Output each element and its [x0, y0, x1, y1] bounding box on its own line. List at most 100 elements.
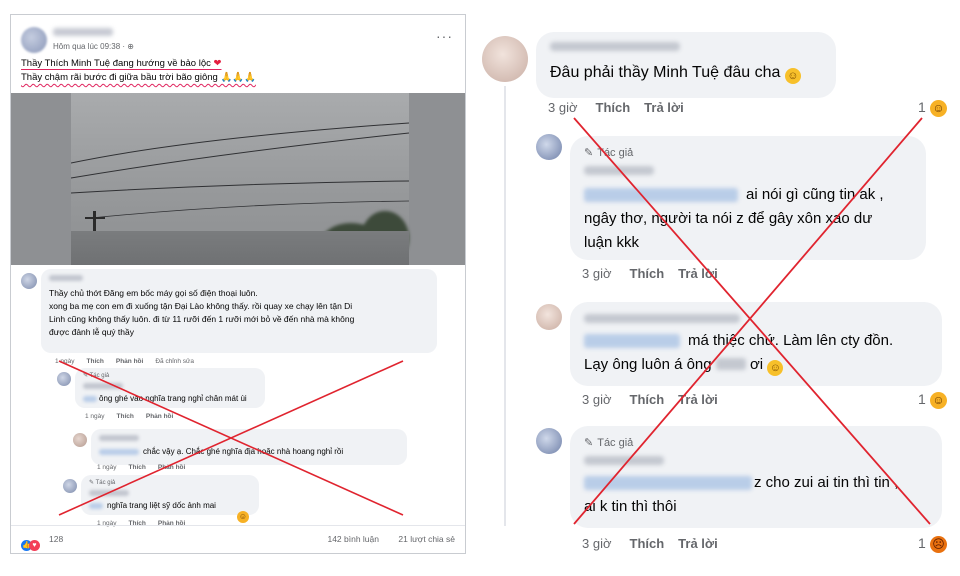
- haha-reaction-icon: ☺: [930, 100, 947, 117]
- pen-icon: ✎: [584, 147, 594, 159]
- tagged-name-redacted[interactable]: [584, 334, 680, 348]
- author-badge: ✎ Tác giả: [83, 373, 110, 379]
- reply-name-redacted[interactable]: [89, 490, 129, 496]
- reply-avatar[interactable]: [73, 433, 87, 447]
- reply-actions: 3 giờ Thích Trả lời: [582, 536, 718, 551]
- reply-button[interactable]: Trả lời: [644, 100, 684, 115]
- like-button[interactable]: Thích: [630, 392, 665, 407]
- poster-avatar[interactable]: [21, 27, 47, 53]
- commenter-name-redacted[interactable]: [49, 275, 83, 281]
- reply-name-redacted[interactable]: [584, 166, 654, 175]
- reaction-count[interactable]: 1: [918, 391, 926, 407]
- author-badge: ✎ Tác giả: [584, 147, 634, 159]
- reply-button[interactable]: Phản hồi: [116, 358, 143, 365]
- reply-line: ai nói gì cũng tin ak ,: [746, 186, 884, 203]
- more-options-icon[interactable]: ···: [436, 28, 453, 44]
- tagged-name-redacted[interactable]: [584, 188, 738, 202]
- reply-line: z cho zui ai tin thì tin ,: [754, 474, 899, 491]
- haha-reaction-icon: ☺: [237, 511, 249, 523]
- reply-text: chắc vậy ạ. Chắc ghé nghĩa địa hoặc nhà …: [143, 447, 344, 456]
- thread-line: [504, 86, 506, 526]
- name-redacted: [715, 358, 746, 370]
- reply-bubble: ✎ Tác giả z cho zui ai tin thì tin , ai k…: [570, 426, 942, 528]
- reply-name-redacted[interactable]: [83, 383, 123, 389]
- like-button[interactable]: Thích: [596, 100, 631, 115]
- post-timestamp[interactable]: Hôm qua lúc 09:38 · ⊕: [53, 42, 134, 51]
- heart-icon: ❤: [213, 58, 222, 69]
- utility-pole-bar: [85, 217, 105, 219]
- reply-avatar[interactable]: [536, 134, 562, 160]
- post-caption: Thầy Thích Minh Tuệ đang hướng về bảo lộ…: [21, 57, 256, 85]
- reply-text: ông ghé vào nghĩa trang nghỉ chân mát ùi: [99, 394, 247, 403]
- comment-line: được đảnh lễ quý thầy: [49, 327, 134, 337]
- comment-bubble: Đâu phải thầy Minh Tuệ đâu cha ☺: [536, 32, 836, 98]
- reply-actions: 3 giờ Thích Trả lời: [582, 266, 718, 281]
- comment-thread-screenshot: Đâu phải thầy Minh Tuệ đâu cha ☺ 3 giờ Th…: [474, 14, 952, 562]
- ground: [71, 231, 409, 265]
- reaction-count[interactable]: 1: [918, 99, 926, 115]
- reply-avatar[interactable]: [63, 479, 77, 493]
- reply-time[interactable]: 1 ngày: [85, 413, 105, 420]
- reply-button[interactable]: Phản hồi: [146, 413, 173, 420]
- reply-bubble: ✎ Tác giả ông ghé vào nghĩa trang nghỉ c…: [75, 368, 265, 408]
- tagged-name-redacted[interactable]: [83, 396, 97, 402]
- reply-bubble: má thiệc chứ. Làm lên cty đồn. Lạy ông l…: [570, 302, 942, 386]
- like-button[interactable]: Thích: [87, 358, 104, 365]
- reply-avatar[interactable]: [536, 304, 562, 330]
- pen-icon: ✎: [584, 437, 594, 449]
- reply-bubble: ✎ Tác giả nghĩa trang liệt sỹ dốc ảnh ma…: [81, 475, 259, 515]
- author-badge: ✎ Tác giả: [89, 480, 116, 486]
- share-count[interactable]: 21 lượt chia sẻ: [398, 534, 455, 544]
- reply-line: ngây thơ, người ta nói z để gây xôn xao …: [584, 210, 873, 227]
- author-badge: ✎ Tác giả: [584, 437, 634, 449]
- reply-button[interactable]: Trả lời: [678, 266, 718, 281]
- reaction-count[interactable]: 1: [918, 535, 926, 551]
- comment-time[interactable]: 1 ngày: [55, 358, 75, 365]
- reply-actions: 1 ngày Thích Phản hồi: [85, 413, 185, 420]
- commenter-avatar[interactable]: [21, 273, 37, 289]
- comment-count[interactable]: 142 bình luận: [327, 534, 379, 544]
- reply-name-redacted[interactable]: [99, 435, 139, 441]
- commenter-avatar[interactable]: [482, 36, 528, 82]
- reply-line: ai k tin thì thôi: [584, 498, 677, 515]
- post-stats-bar: 👍 ♥ 128 142 bình luận 21 lượt chia sẻ: [11, 525, 465, 553]
- reply-name-redacted[interactable]: [584, 456, 664, 465]
- reply-avatar[interactable]: [57, 372, 71, 386]
- like-button[interactable]: Thích: [117, 413, 134, 420]
- reply-bubble: chắc vậy ạ. Chắc ghé nghĩa địa hoặc nhà …: [91, 429, 407, 465]
- reply-time[interactable]: 3 giờ: [582, 392, 612, 407]
- smile-emoji-icon: ☺: [784, 68, 801, 84]
- reply-button[interactable]: Trả lời: [678, 536, 718, 551]
- reply-name-redacted[interactable]: [584, 314, 740, 323]
- reaction-count[interactable]: 128: [49, 534, 63, 544]
- reply-avatar[interactable]: [536, 428, 562, 454]
- reaction-icons[interactable]: 👍 ♥: [21, 534, 40, 552]
- angry-reaction-icon: ☹: [930, 536, 947, 553]
- tagged-name-redacted[interactable]: [89, 503, 103, 509]
- reply-bubble: ✎ Tác giả ai nói gì cũng tin ak , ngây th…: [570, 136, 926, 260]
- like-button[interactable]: Thích: [630, 266, 665, 281]
- comment-actions: 3 giờ Thích Trả lời: [548, 100, 684, 115]
- reply-time[interactable]: 1 ngày: [97, 464, 117, 471]
- reply-time[interactable]: 3 giờ: [582, 536, 612, 551]
- comment-line: Thầy chủ thớt Đăng em bốc máy gọi số điệ…: [49, 288, 258, 298]
- post-photo[interactable]: [11, 93, 465, 265]
- like-button[interactable]: Thích: [129, 464, 146, 471]
- commenter-name-redacted[interactable]: [550, 42, 680, 51]
- comment-time[interactable]: 3 giờ: [548, 100, 578, 115]
- reply-button[interactable]: Trả lời: [678, 392, 718, 407]
- stormy-sky-image: [71, 93, 409, 265]
- like-button[interactable]: Thích: [630, 536, 665, 551]
- reply-text: nghĩa trang liệt sỹ dốc ảnh mai: [107, 501, 216, 510]
- reply-actions: 3 giờ Thích Trả lời: [582, 392, 718, 407]
- poster-name-redacted[interactable]: [53, 28, 113, 36]
- globe-icon: ⊕: [127, 42, 134, 51]
- reply-line: Lạy ông luôn á ông ơi ☺: [584, 354, 784, 376]
- tagged-name-redacted[interactable]: [99, 449, 139, 455]
- upside-down-smile-icon: ☺: [767, 360, 784, 376]
- reply-time[interactable]: 3 giờ: [582, 266, 612, 281]
- reply-button[interactable]: Phản hồi: [158, 464, 185, 471]
- reply-actions: 1 ngày Thích Phản hồi: [97, 464, 197, 471]
- tagged-name-redacted[interactable]: [584, 476, 752, 490]
- caption-line-2: Thầy chậm rãi bước đi giữa bầu trời bão …: [21, 72, 256, 83]
